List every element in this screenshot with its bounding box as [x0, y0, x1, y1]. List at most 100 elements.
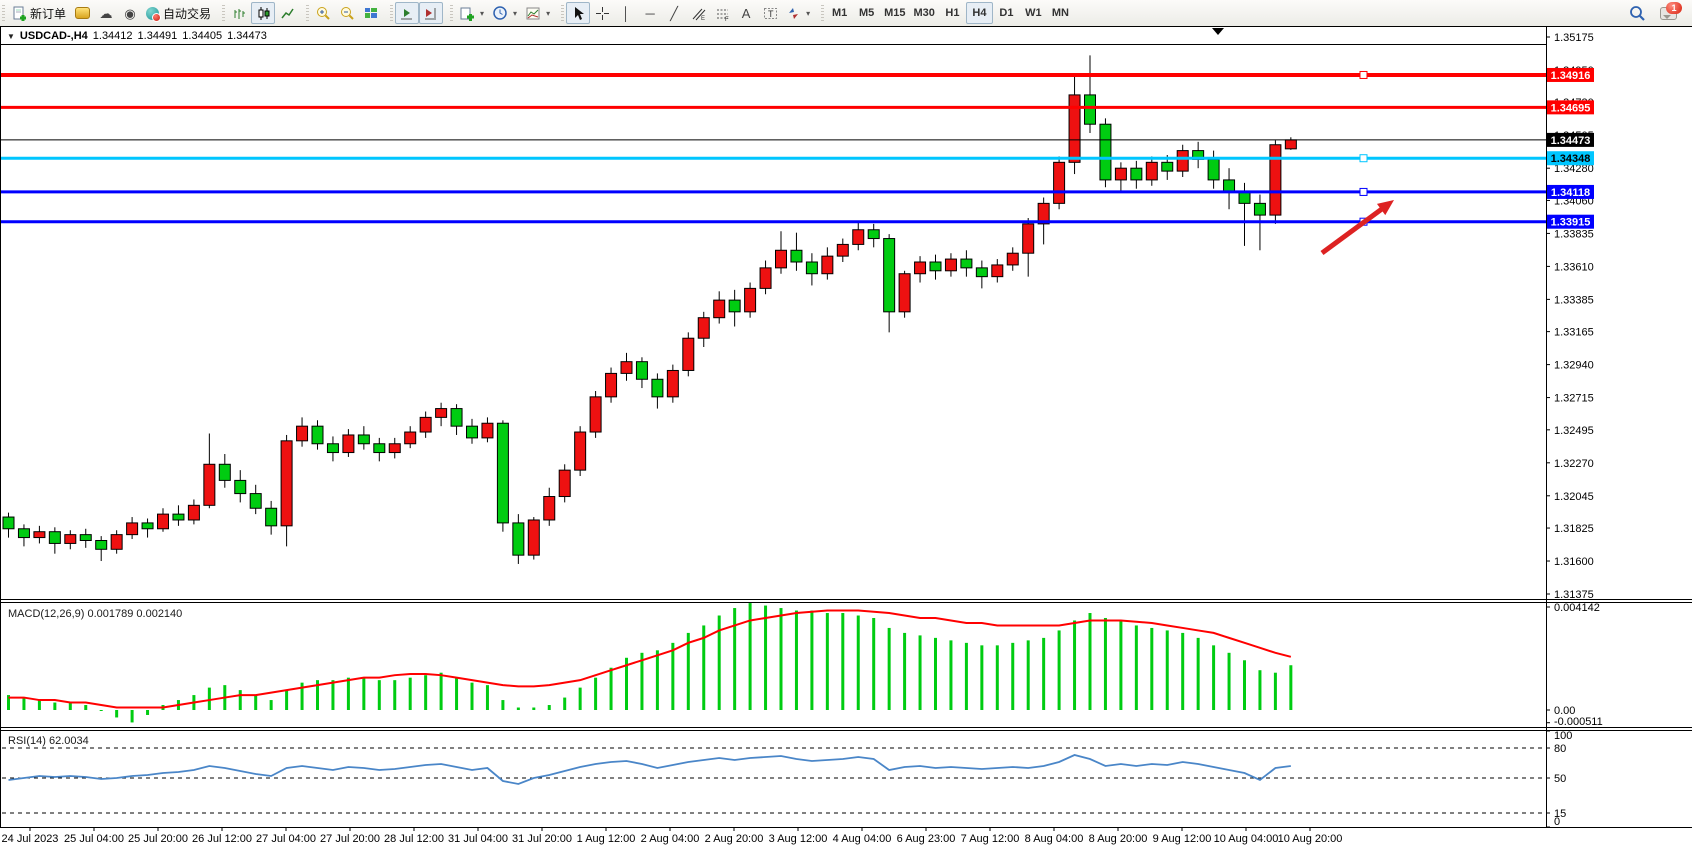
macd-histogram-bar [22, 698, 25, 710]
chart-shift-marker[interactable] [1212, 28, 1224, 35]
candle-body [204, 464, 215, 505]
macd-histogram-bar [934, 638, 937, 710]
chart-menu-icon[interactable]: ▼ [7, 32, 15, 41]
macd-histogram-bar [270, 700, 273, 710]
timeframe-button-d1[interactable]: D1 [993, 2, 1020, 24]
market-button[interactable] [70, 2, 94, 24]
zoom-out-button[interactable] [335, 2, 359, 24]
macd-histogram-bar [1258, 670, 1261, 710]
timeframe-button-w1[interactable]: W1 [1020, 2, 1047, 24]
macd-histogram-bar [1073, 620, 1076, 710]
candle-body [1177, 151, 1188, 172]
candle-body [513, 523, 524, 555]
text-tool-button[interactable]: A [734, 2, 758, 24]
periods-button[interactable]: ▾ [488, 2, 521, 24]
timeframe-button-h1[interactable]: H1 [939, 2, 966, 24]
timeframe-button-h4[interactable]: H4 [966, 2, 993, 24]
arrows-tool-button[interactable]: ▾ [782, 2, 814, 24]
chat-icon: 1 [1660, 4, 1680, 22]
candle-body [961, 259, 972, 268]
candle-body [297, 426, 308, 441]
timeframe-button-m1[interactable]: M1 [826, 2, 853, 24]
channel-icon: E [691, 6, 706, 21]
candle-body [791, 250, 802, 262]
search-button[interactable] [1625, 2, 1650, 24]
price-tick-label: 1.32495 [1554, 425, 1594, 437]
candle-body [173, 514, 184, 520]
macd-histogram-bar [764, 606, 767, 710]
signal-icon: ◉ [124, 7, 135, 20]
svg-text:E: E [701, 16, 705, 21]
candle-body [1069, 95, 1080, 162]
horizontal-line-tool-button[interactable]: ─ [638, 2, 662, 24]
line-chart-button[interactable] [275, 2, 299, 24]
cursor-tool-button[interactable] [566, 2, 590, 24]
candle-body [1285, 140, 1296, 149]
candle-body [915, 262, 926, 274]
toolbar-group-scroll [388, 0, 448, 26]
line-handle[interactable] [1360, 71, 1367, 78]
toolbar-group-objects: │ ─ ╱ E F A T ▾ [559, 0, 819, 26]
trendline-tool-button[interactable]: ╱ [662, 2, 686, 24]
candle-body [760, 268, 771, 289]
channel-tool-button[interactable]: E [686, 2, 710, 24]
vps-button[interactable]: ☁ [94, 2, 118, 24]
crosshair-tool-button[interactable] [590, 2, 614, 24]
templates-button[interactable]: ▾ [521, 2, 554, 24]
timeframe-button-m15[interactable]: M15 [880, 2, 909, 24]
candle-body [1162, 162, 1173, 171]
cloud-icon: ☁ [100, 7, 113, 20]
auto-scroll-button[interactable] [395, 2, 419, 24]
candlestick-chart-button[interactable] [251, 2, 275, 24]
macd-histogram-bar [996, 645, 999, 710]
date-label: 2 Aug 20:00 [705, 833, 764, 845]
macd-signal-line [9, 611, 1291, 708]
timeframe-button-m5[interactable]: M5 [853, 2, 880, 24]
zoom-in-button[interactable] [311, 2, 335, 24]
date-label: 8 Aug 20:00 [1089, 833, 1148, 845]
ohlc-low: 1.34405 [182, 30, 222, 42]
candle-body [436, 409, 447, 418]
candle-body [899, 274, 910, 312]
macd-histogram-bar [579, 688, 582, 710]
label-tool-button[interactable]: T [758, 2, 782, 24]
indicators-button[interactable]: ▾ [455, 2, 488, 24]
vertical-line-tool-button[interactable]: │ [614, 2, 638, 24]
tile-windows-button[interactable] [359, 2, 383, 24]
chart-shift-button[interactable] [419, 2, 443, 24]
line-handle[interactable] [1360, 188, 1367, 195]
macd-histogram-bar [1104, 618, 1107, 710]
new-order-button[interactable]: 新订单 [7, 2, 70, 24]
notifications-button[interactable]: 1 [1656, 2, 1684, 24]
macd-axis-label: -0.000511 [1554, 716, 1603, 728]
auto-trading-button[interactable]: 自动交易 [142, 2, 215, 24]
line-handle[interactable] [1360, 155, 1367, 162]
signals-button[interactable]: ◉ [118, 2, 142, 24]
ohlc-open: 1.34412 [93, 30, 133, 42]
candle-body [1208, 159, 1219, 180]
macd-histogram-bar [1243, 660, 1246, 710]
chart-canvas[interactable]: 1.351751.349501.347301.345051.342801.340… [0, 26, 1692, 853]
candle-body [930, 262, 941, 271]
indicators-icon [459, 6, 475, 21]
macd-histogram-bar [671, 643, 674, 710]
rsi-axis-label: 50 [1554, 773, 1566, 785]
timeframe-button-m30[interactable]: M30 [910, 2, 939, 24]
fibonacci-tool-button[interactable]: F [710, 2, 734, 24]
price-tick-label: 1.31600 [1554, 556, 1594, 568]
date-label: 9 Aug 12:00 [1153, 833, 1212, 845]
candle-body [606, 373, 617, 396]
candle-body [482, 423, 493, 438]
bar-chart-button[interactable] [227, 2, 251, 24]
chart-symbol-period: USDCAD-,H4 [20, 30, 88, 42]
candle-body [3, 517, 14, 529]
candle-body [698, 318, 709, 339]
candle-body [1054, 162, 1065, 203]
macd-histogram-bar [826, 613, 829, 710]
auto-trading-icon [146, 7, 159, 20]
arrow-annotation-shaft[interactable] [1322, 205, 1387, 253]
candle-body [127, 523, 138, 535]
macd-histogram-bar [810, 611, 813, 710]
timeframe-button-mn[interactable]: MN [1047, 2, 1074, 24]
candle-body [590, 397, 601, 432]
